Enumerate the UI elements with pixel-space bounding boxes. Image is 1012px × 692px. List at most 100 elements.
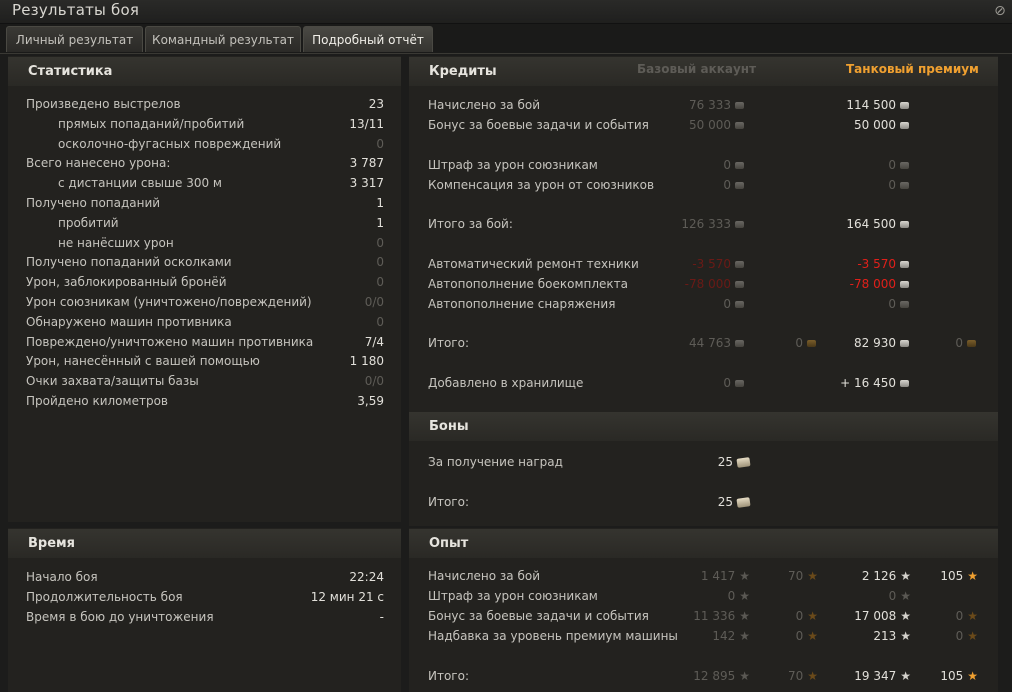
basic-credits-value: 0 bbox=[723, 376, 731, 390]
free-xp-star-icon: ★ bbox=[967, 669, 978, 683]
premium-xp: 213 ★ bbox=[873, 626, 911, 646]
stat-row: пробитий 1 bbox=[26, 213, 384, 233]
basic-free-xp: 0 ★ bbox=[796, 626, 818, 646]
free-xp-star-icon: ★ bbox=[967, 569, 978, 583]
time-value: - bbox=[379, 610, 384, 624]
credits-icon bbox=[900, 162, 909, 169]
time-label: Продолжительность боя bbox=[26, 590, 183, 604]
premium-xp-value: 19 347 bbox=[854, 669, 897, 683]
stat-row: Очки захвата/защиты базы 0/0 bbox=[26, 371, 384, 391]
time-value: 12 мин 21 с bbox=[310, 590, 384, 604]
xp-star-icon: ★ bbox=[900, 609, 911, 623]
credit-row: Итого за бой: 126 333 164 500 bbox=[428, 214, 988, 234]
close-icon[interactable]: ⊘ bbox=[992, 3, 1008, 19]
credit-label: Бонус за боевые задачи и события bbox=[428, 118, 649, 132]
credits-icon bbox=[900, 221, 909, 228]
experience-row: Бонус за боевые задачи и события 11 336 ★ 0… bbox=[428, 606, 988, 626]
free-xp-star-icon: ★ bbox=[967, 609, 978, 623]
basic-xp: 11 336 ★ bbox=[693, 606, 750, 626]
basic-credits-value: -3 570 bbox=[692, 257, 731, 271]
stat-label: Урон союзникам (уничтожено/повреждений) bbox=[26, 295, 312, 309]
credit-row: Начислено за бой 76 333 114 500 bbox=[428, 95, 988, 115]
tab-bar: Личный результат Командный результат Под… bbox=[0, 24, 1012, 54]
stat-value: 0 bbox=[376, 235, 384, 250]
stat-label: пробитий bbox=[58, 215, 119, 230]
stat-value: 3 317 bbox=[349, 176, 384, 191]
basic-xp-value: 0 bbox=[727, 589, 736, 603]
bond-label: Итого: bbox=[428, 495, 469, 509]
credits-icon bbox=[735, 301, 744, 308]
stat-label: Урон, заблокированный бронёй bbox=[26, 275, 227, 290]
basic-credits-value: 126 333 bbox=[681, 217, 731, 231]
free-xp-star-icon: ★ bbox=[967, 629, 978, 643]
premium-credits-value: 164 500 bbox=[846, 217, 896, 231]
premium-free-xp: 0 ★ bbox=[956, 626, 978, 646]
stat-row: осколочно-фугасных повреждений 0 bbox=[26, 134, 384, 154]
credit-row: Автопополнение боекомплекта -78 000 -78 00… bbox=[428, 274, 988, 294]
xp-star-icon: ★ bbox=[739, 629, 750, 643]
premium-credits: 0 bbox=[888, 294, 909, 314]
premium-credits-value: 0 bbox=[888, 297, 896, 311]
stat-label: Пройдено километров bbox=[26, 394, 168, 408]
premium-credits-value: + 16 450 bbox=[840, 376, 896, 390]
basic-credits: 126 333 bbox=[681, 214, 744, 234]
basic-credits-value: 76 333 bbox=[689, 98, 731, 112]
basic-xp-value: 12 895 bbox=[693, 669, 736, 683]
premium-credits: 164 500 bbox=[846, 214, 909, 234]
credit-label: Штраф за урон союзникам bbox=[428, 158, 598, 172]
credits-icon bbox=[900, 261, 909, 268]
statistics-header: Статистика bbox=[8, 57, 401, 86]
stat-value: 1 bbox=[376, 196, 384, 210]
stat-row: прямых попаданий/пробитий 13/11 bbox=[26, 114, 384, 134]
premium-free-xp-value: 0 bbox=[955, 609, 964, 623]
gold-icon bbox=[807, 340, 816, 347]
premium-xp-value: 213 bbox=[873, 629, 897, 643]
window-title: Результаты боя bbox=[12, 1, 140, 19]
bond-value: 25 bbox=[717, 455, 733, 469]
bond-value-wrap: 25 bbox=[718, 492, 751, 512]
time-row: Начало боя 22:24 bbox=[26, 567, 384, 587]
free-xp-star-icon: ★ bbox=[807, 569, 818, 583]
experience-row: Штраф за урон союзникам 0 ★ 0 ★ bbox=[428, 586, 988, 606]
premium-credits: -3 570 bbox=[857, 254, 909, 274]
stat-row: Получено попаданий 1 bbox=[26, 193, 384, 213]
basic-credits: 76 333 bbox=[689, 95, 744, 115]
basic-credits-value: 50 000 bbox=[689, 118, 731, 132]
experience-label: Бонус за боевые задачи и события bbox=[428, 609, 649, 623]
stat-row: Произведено выстрелов 23 bbox=[26, 94, 384, 114]
experience-label: Надбавка за уровень премиум машины bbox=[428, 629, 678, 643]
tab-team-result[interactable]: Командный результат bbox=[145, 26, 301, 52]
premium-credits: 82 930 bbox=[854, 333, 909, 353]
credit-row: Автопополнение снаряжения 0 0 bbox=[428, 294, 988, 314]
free-xp-star-icon: ★ bbox=[807, 669, 818, 683]
credit-label: Итого: bbox=[428, 336, 469, 350]
gold-icon bbox=[967, 340, 976, 347]
tab-personal-result[interactable]: Личный результат bbox=[6, 26, 143, 52]
credits-icon bbox=[735, 380, 744, 387]
stat-label: Повреждено/уничтожено машин противника bbox=[26, 334, 314, 349]
basic-credits-value: 44 763 bbox=[689, 336, 731, 350]
tab-detailed-report[interactable]: Подробный отчёт bbox=[303, 26, 433, 52]
stat-row: Повреждено/уничтожено машин противника 7/… bbox=[26, 332, 384, 352]
premium-gold-value: 0 bbox=[955, 336, 963, 350]
credit-label: Автопополнение боекомплекта bbox=[428, 277, 628, 291]
credits-icon bbox=[900, 122, 909, 129]
premium-free-xp-value: 105 bbox=[940, 669, 964, 683]
xp-star-icon: ★ bbox=[739, 569, 750, 583]
credits-icon bbox=[735, 261, 744, 268]
credits-icon bbox=[735, 182, 744, 189]
basic-credits-value: 0 bbox=[723, 178, 731, 192]
premium-credits-value: 114 500 bbox=[846, 98, 896, 112]
stat-row: Урон, нанесённый с вашей помощью 1 180 bbox=[26, 351, 384, 371]
premium-free-xp-value: 105 bbox=[940, 569, 964, 583]
stat-label: не нанёсших урон bbox=[58, 235, 174, 250]
basic-account-column-header: Базовый аккаунт bbox=[637, 62, 757, 76]
premium-free-xp-value: 0 bbox=[955, 629, 964, 643]
premium-xp-value: 0 bbox=[888, 589, 897, 603]
stat-value: 3 787 bbox=[349, 156, 384, 171]
xp-star-icon: ★ bbox=[900, 629, 911, 643]
credit-row: Компенсация за урон от союзников 0 0 bbox=[428, 175, 988, 195]
experience-label: Штраф за урон союзникам bbox=[428, 589, 598, 603]
basic-credits-value: 0 bbox=[723, 297, 731, 311]
premium-credits: + 16 450 bbox=[840, 373, 909, 393]
